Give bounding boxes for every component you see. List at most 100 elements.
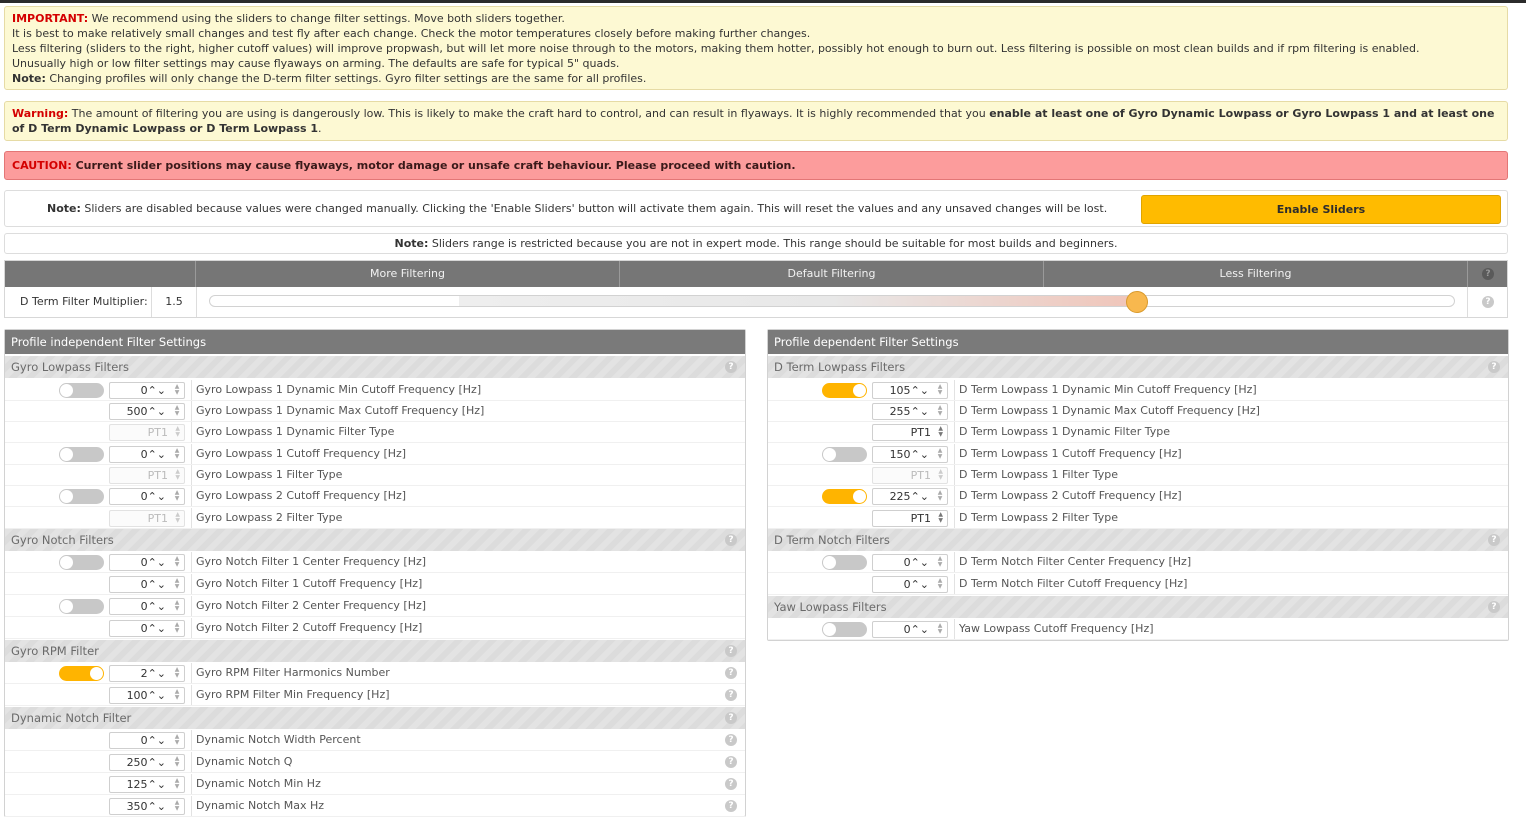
select-arrow-icon[interactable]: ▲ ▼ xyxy=(175,469,180,481)
number-input[interactable]: 105 ▲ ▼ xyxy=(872,382,948,399)
number-input[interactable]: 0 ▲ ▼ xyxy=(109,382,185,399)
group-title: Yaw Lowpass Filters xyxy=(774,600,887,614)
select-arrow-icon[interactable]: ▲ ▼ xyxy=(175,426,180,438)
help-icon[interactable]: ? xyxy=(725,734,737,746)
help-icon[interactable]: ? xyxy=(1488,361,1500,373)
help-icon[interactable]: ? xyxy=(725,689,737,701)
enable-sliders-button[interactable]: Enable Sliders xyxy=(1141,195,1501,224)
number-input[interactable]: 0 ▲ ▼ xyxy=(109,732,185,749)
group-title: Gyro Lowpass Filters xyxy=(11,360,129,374)
enable-toggle[interactable] xyxy=(59,599,104,614)
number-input[interactable]: 0 ▲ ▼ xyxy=(872,621,948,638)
spinner-icon[interactable]: ▲ ▼ xyxy=(173,556,181,568)
enable-toggle[interactable] xyxy=(822,622,867,637)
row-divider xyxy=(5,594,745,595)
number-input[interactable]: 0 ▲ ▼ xyxy=(872,554,948,571)
spinner-icon[interactable]: ▲ ▼ xyxy=(173,778,181,790)
help-icon[interactable]: ? xyxy=(725,778,737,790)
enable-toggle[interactable] xyxy=(822,555,867,570)
number-input[interactable]: 0 ▲ ▼ xyxy=(109,446,185,463)
toggle-knob xyxy=(853,490,866,503)
enable-toggle[interactable] xyxy=(59,489,104,504)
enable-toggle[interactable] xyxy=(822,383,867,398)
field-value: 350 xyxy=(126,800,148,813)
select-arrow-icon[interactable]: ▲ ▼ xyxy=(938,469,943,481)
enable-toggle[interactable] xyxy=(59,447,104,462)
help-icon[interactable]: ? xyxy=(725,667,737,679)
help-icon[interactable]: ? xyxy=(725,645,737,657)
spinner-icon[interactable]: ▲ ▼ xyxy=(173,600,181,612)
dterm-multiplier-slider[interactable] xyxy=(209,295,1455,307)
help-icon[interactable]: ? xyxy=(725,756,737,768)
spinner-icon[interactable]: ▲ ▼ xyxy=(173,756,181,768)
enable-toggle[interactable] xyxy=(59,666,104,681)
spinner-icon[interactable]: ▲ ▼ xyxy=(936,623,944,635)
spinner-icon[interactable]: ▲ ▼ xyxy=(936,448,944,460)
spinner-icon[interactable]: ▲ ▼ xyxy=(173,800,181,812)
filter-type-select[interactable]: PT1 ▲ ▼ xyxy=(872,510,948,527)
profile-independent-panel: Profile independent Filter Settings Gyro… xyxy=(4,329,746,817)
help-icon[interactable]: ? xyxy=(725,800,737,812)
help-icon[interactable]: ? xyxy=(725,712,737,724)
number-input[interactable]: 0 ▲ ▼ xyxy=(109,554,185,571)
select-arrow-icon[interactable]: ▲ ▼ xyxy=(938,426,943,438)
select-arrow-icon[interactable]: ▲ ▼ xyxy=(175,512,180,524)
slider-handle[interactable] xyxy=(1126,291,1149,313)
field-label: D Term Lowpass 2 Cutoff Frequency [Hz] xyxy=(959,489,1182,502)
help-icon[interactable]: ? xyxy=(725,361,737,373)
filter-type-select[interactable]: PT1 ▲ ▼ xyxy=(109,424,185,441)
enable-toggle[interactable] xyxy=(59,383,104,398)
filter-type-select[interactable]: PT1 ▲ ▼ xyxy=(872,424,948,441)
number-input[interactable]: 350 ▲ ▼ xyxy=(109,798,185,815)
spinner-icon[interactable]: ▲ ▼ xyxy=(173,405,181,417)
enable-toggle[interactable] xyxy=(822,447,867,462)
spinner-icon[interactable]: ▲ ▼ xyxy=(936,384,944,396)
spinner-icon[interactable]: ▲ ▼ xyxy=(173,734,181,746)
filter-type-select[interactable]: PT1 ▲ ▼ xyxy=(109,510,185,527)
spinner-icon[interactable]: ▲ ▼ xyxy=(173,490,181,502)
caution-text: Current slider positions may cause flyaw… xyxy=(75,159,796,172)
enable-toggle[interactable] xyxy=(822,489,867,504)
spinner-icon[interactable]: ▲ ▼ xyxy=(173,667,181,679)
number-input[interactable]: 255 ▲ ▼ xyxy=(872,403,948,420)
filter-type-select[interactable]: PT1 ▲ ▼ xyxy=(109,467,185,484)
row-separator xyxy=(191,465,192,486)
row-separator xyxy=(191,552,192,573)
number-input[interactable]: 250 ▲ ▼ xyxy=(109,754,185,771)
warning-notice: Warning: The amount of filtering you are… xyxy=(4,101,1508,141)
number-input[interactable]: 125 ▲ ▼ xyxy=(109,776,185,793)
row-divider xyxy=(768,639,1508,640)
spinner-icon[interactable]: ▲ ▼ xyxy=(936,578,944,590)
spinner-icon[interactable]: ▲ ▼ xyxy=(173,689,181,701)
spinner-icon[interactable]: ▲ ▼ xyxy=(173,578,181,590)
field-label: D Term Notch Filter Center Frequency [Hz… xyxy=(959,555,1192,568)
number-input[interactable]: 500 ▲ ▼ xyxy=(109,403,185,420)
number-input[interactable]: 100 ▲ ▼ xyxy=(109,687,185,704)
number-input[interactable]: 0 ▲ ▼ xyxy=(109,488,185,505)
number-input[interactable]: 2 ▲ ▼ xyxy=(109,665,185,682)
help-icon[interactable]: ? xyxy=(1488,601,1500,613)
slider-header-help: ? xyxy=(1467,261,1508,287)
spinner-icon[interactable]: ▲ ▼ xyxy=(173,384,181,396)
help-icon[interactable]: ? xyxy=(725,534,737,546)
spinner-icon[interactable]: ▲ ▼ xyxy=(173,622,181,634)
number-input[interactable]: 0 ▲ ▼ xyxy=(109,576,185,593)
spinner-icon[interactable]: ▲ ▼ xyxy=(936,490,944,502)
help-icon[interactable]: ? xyxy=(1482,268,1494,280)
number-input[interactable]: 225 ▲ ▼ xyxy=(872,488,948,505)
spinner-icon[interactable]: ▲ ▼ xyxy=(936,556,944,568)
number-input[interactable]: 0 ▲ ▼ xyxy=(109,598,185,615)
number-input[interactable]: 0 ▲ ▼ xyxy=(872,576,948,593)
filter-type-select[interactable]: PT1 ▲ ▼ xyxy=(872,467,948,484)
enable-toggle[interactable] xyxy=(59,555,104,570)
spinner-icon[interactable]: ▲ ▼ xyxy=(173,448,181,460)
spinner-icon[interactable]: ▲ ▼ xyxy=(936,405,944,417)
number-input[interactable]: 0 ▲ ▼ xyxy=(109,620,185,637)
number-input[interactable]: 150 ▲ ▼ xyxy=(872,446,948,463)
filter-row: 0 ▲▼ D Term Notch Filter Cutoff Frequency … xyxy=(768,574,1508,595)
field-value: PT1 xyxy=(910,426,931,439)
select-arrow-icon[interactable]: ▲ ▼ xyxy=(938,512,943,524)
help-icon[interactable]: ? xyxy=(1482,296,1494,308)
row-divider xyxy=(5,683,745,684)
help-icon[interactable]: ? xyxy=(1488,534,1500,546)
